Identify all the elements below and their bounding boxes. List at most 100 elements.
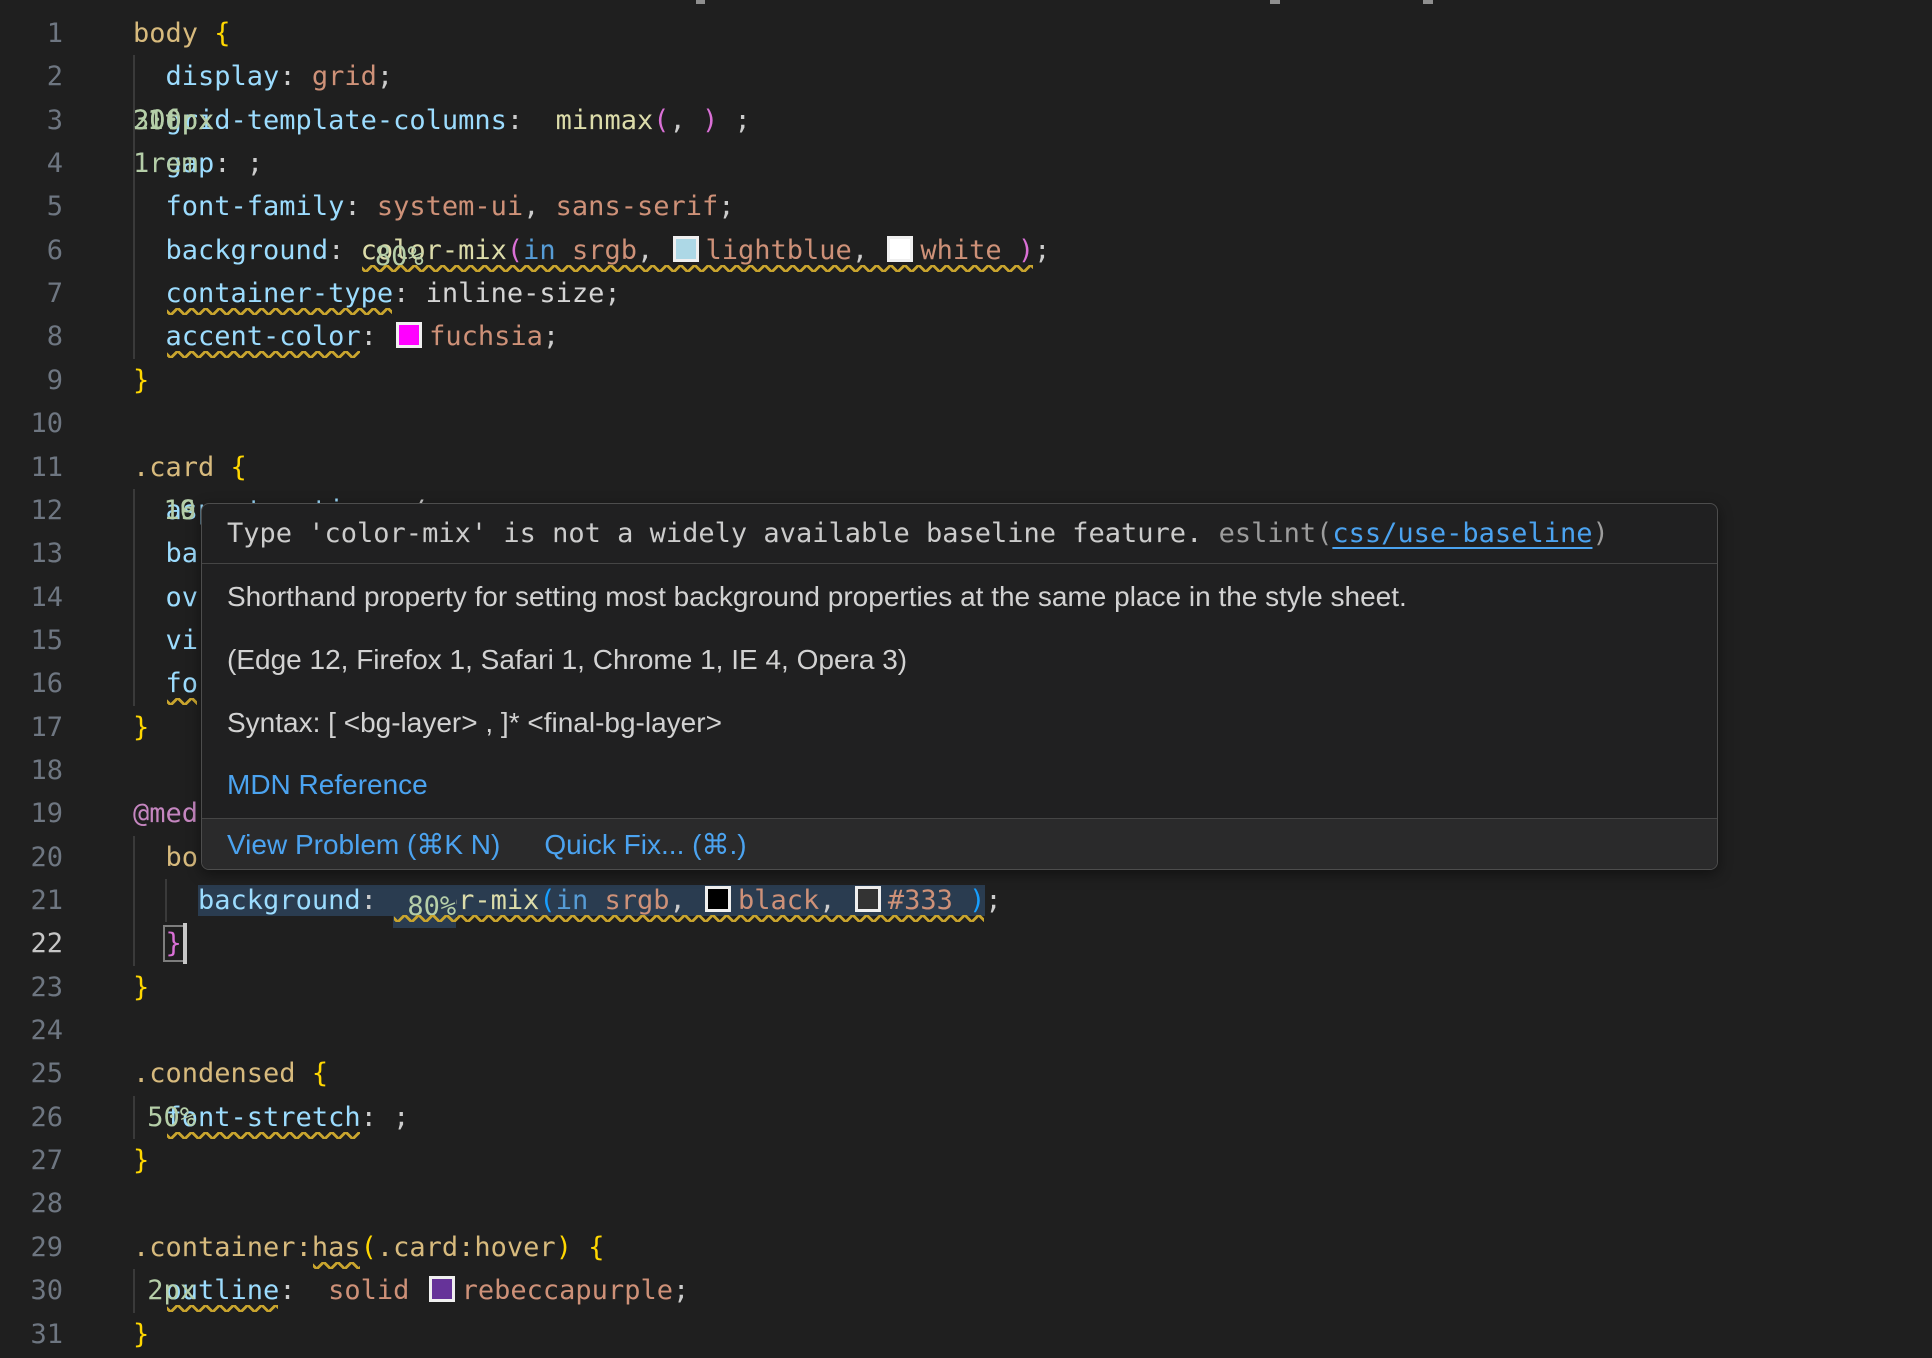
line-number: 25 [0, 1052, 63, 1095]
code-text: } [133, 1139, 1932, 1182]
token: black [738, 885, 819, 916]
code-text: font-family: system-ui, sans-serif; [133, 185, 1932, 228]
token: ; [604, 278, 620, 309]
cropped-text-fragment [1270, 0, 1280, 4]
code-text: } [133, 922, 1932, 965]
token [133, 625, 166, 656]
token [312, 1275, 328, 1306]
code-text: .card { [133, 446, 1932, 489]
hover-tooltip: Type 'color-mix' is not a widely availab… [201, 503, 1718, 870]
quick-fix-action[interactable]: Quick Fix... (⌘.) [544, 828, 746, 861]
token: } [133, 972, 149, 1003]
code-line[interactable]: 24 [0, 1009, 1932, 1052]
code-line[interactable]: 29.container:has(.card:hover) { [0, 1226, 1932, 1269]
code-line[interactable]: 11.card { [0, 446, 1932, 489]
code-line[interactable]: 8 accent-color: fuchsia; [0, 315, 1932, 358]
token: accent-color [166, 321, 361, 352]
line-number: 27 [0, 1139, 63, 1182]
hover-documentation: Shorthand property for setting most back… [202, 564, 1717, 819]
token: : [361, 321, 394, 352]
cropped-text-fragment [1423, 0, 1433, 4]
code-text [133, 1009, 1932, 1052]
code-line[interactable]: 5 font-family: system-ui, sans-serif; [0, 185, 1932, 228]
token: @med [133, 798, 198, 829]
token: background [198, 885, 361, 916]
code-line[interactable]: 23} [0, 966, 1932, 1009]
code-line[interactable]: 31} [0, 1313, 1932, 1356]
token: .condensed [133, 1058, 296, 1089]
code-line[interactable]: 21 background: color-mix(in srgb, black,… [0, 879, 1932, 922]
token: : [214, 148, 247, 179]
lint-rule-link[interactable]: css/use-baseline [1332, 518, 1592, 549]
token: , [523, 191, 556, 222]
token: ; [735, 105, 751, 136]
token: 50% [133, 1096, 196, 1139]
token: { [214, 18, 230, 49]
code-line[interactable]: 10 [0, 402, 1932, 445]
mdn-reference-link[interactable]: MDN Reference [227, 769, 428, 801]
color-swatch [673, 236, 699, 262]
cropped-text-fragment [696, 0, 705, 4]
token: , [669, 105, 702, 136]
line-number: 24 [0, 1009, 63, 1052]
token: ; [985, 885, 1001, 916]
code-line[interactable]: 9} [0, 359, 1932, 402]
token [409, 1275, 425, 1306]
token: ( [507, 235, 523, 266]
token: } [133, 365, 149, 396]
token: bo [166, 842, 199, 873]
token [953, 885, 969, 916]
code-line[interactable]: 22 } [0, 922, 1932, 965]
token [198, 18, 214, 49]
syntax-line: Syntax: [ <bg-layer> , ]* <final-bg-laye… [227, 707, 722, 739]
token: ) [969, 885, 985, 916]
diagnostic-text: Type 'color-mix' is not a widely availab… [227, 518, 1219, 549]
code-line[interactable]: 4 gap: 1rem; [0, 142, 1932, 185]
line-number: 14 [0, 576, 63, 619]
line-number: 22 [0, 922, 63, 965]
token [556, 235, 572, 266]
line-number: 28 [0, 1182, 63, 1225]
token [133, 885, 198, 916]
code-line[interactable]: 27} [0, 1139, 1932, 1182]
token: ) [702, 105, 718, 136]
code-line[interactable]: 26 font-stretch: 50%; [0, 1096, 1932, 1139]
line-number: 3 [0, 99, 63, 142]
line-number: 20 [0, 836, 63, 879]
code-text: accent-color: fuchsia; [133, 315, 1932, 358]
lint-source-prefix: eslint( [1219, 518, 1333, 549]
token: grid-template-columns [166, 105, 507, 136]
line-number: 8 [0, 315, 63, 358]
code-text: body { [133, 12, 1932, 55]
line-number: 1 [0, 12, 63, 55]
code-line[interactable]: 30 outline: 2px solid rebeccapurple; [0, 1269, 1932, 1312]
view-problem-action[interactable]: View Problem (⌘K N) [227, 828, 500, 861]
line-number: 16 [0, 662, 63, 705]
token [133, 582, 166, 613]
code-line[interactable]: 6 background: color-mix(in srgb, lightbl… [0, 229, 1932, 272]
token: ) [556, 1232, 572, 1263]
code-line[interactable]: 2 display: grid; [0, 55, 1932, 98]
code-line[interactable]: 1 body { [0, 12, 1932, 55]
code-line[interactable]: 25.condensed { [0, 1052, 1932, 1095]
hover-action-bar: View Problem (⌘K N) Quick Fix... (⌘.) [202, 818, 1717, 869]
token: .card:hover [377, 1232, 556, 1263]
token [296, 1058, 312, 1089]
code-line[interactable]: 3 grid-template-columns: 1fr minmax(200p… [0, 99, 1932, 142]
code-text: background: color-mix(in srgb, lightblue… [133, 229, 1932, 272]
token: .container [133, 1232, 296, 1263]
token: ba [166, 538, 199, 569]
line-number: 29 [0, 1226, 63, 1269]
token [133, 928, 166, 959]
code-line[interactable]: 28 [0, 1182, 1932, 1225]
code-editor[interactable]: 1 body {2 display: grid;3 grid-template-c… [0, 0, 1932, 1358]
token: .card [133, 452, 214, 483]
token: lightblue [706, 235, 852, 266]
token: ; [543, 321, 559, 352]
token: has [312, 1232, 361, 1263]
line-number: 10 [0, 402, 63, 445]
code-line[interactable]: 7 container-type: inline-size; [0, 272, 1932, 315]
line-number: 30 [0, 1269, 63, 1312]
token: : [344, 191, 377, 222]
token: srgb [604, 885, 669, 916]
